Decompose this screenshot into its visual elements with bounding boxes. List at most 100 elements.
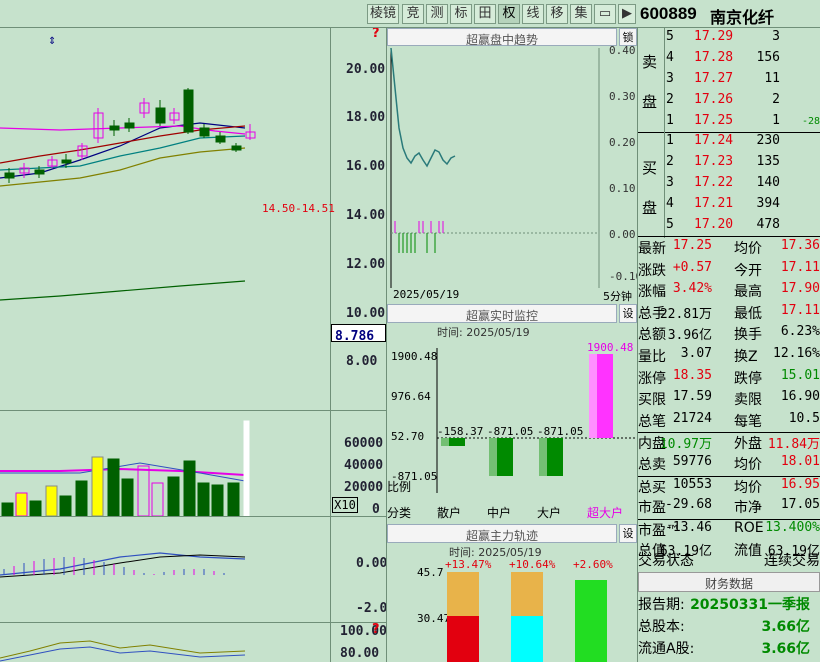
quote-row: 总卖 59776 均价 18.01 (638, 454, 820, 475)
trajectory-bar (575, 616, 607, 662)
trading-status: 交易状态 连续交易 (638, 553, 820, 569)
monitor-ratio-label: 比例 (387, 480, 412, 494)
buy-row-2[interactable]: 2 17.23 135 (666, 154, 820, 174)
quote-label: 每笔 (734, 413, 762, 430)
sell-level: 4 (666, 50, 674, 65)
quote-value: 17.05 (780, 497, 820, 513)
sell-row-4[interactable]: 4 17.28 156 (666, 50, 820, 70)
quote-value: 17.11 (780, 259, 820, 275)
quote-value: 17.25 (672, 238, 712, 253)
trend-title: 超赢盘中趋势 (465, 33, 538, 47)
trend-period[interactable]: 5分钟 (603, 288, 632, 304)
quote-value: 21724 (672, 410, 712, 426)
sell-volume: 2 (772, 92, 780, 107)
price-tick: 10.00 (346, 306, 386, 321)
trend-tick: -0.10 (609, 270, 637, 283)
svg-text:⇕: ⇕ (48, 36, 56, 47)
toolbar-button-1[interactable]: 竞 (402, 4, 424, 24)
kline-help-icon[interactable]: ? (372, 28, 380, 41)
quote-row: 总笔 21724 每笔 10.5 (638, 411, 820, 432)
buy-level: 4 (666, 196, 674, 211)
volume-bar (243, 420, 250, 516)
quote-label: 跌停 (734, 370, 762, 387)
buy-volume: 394 (756, 196, 780, 211)
monitor-settings-button[interactable]: 设 (619, 304, 637, 323)
quote-value: -13.46 (665, 519, 712, 535)
stock-code: 600889 (640, 4, 697, 23)
kdj-help-icon[interactable]: ? (372, 622, 380, 637)
sell-volume: 3 (772, 29, 780, 44)
trajectory-label: +2.60% (573, 558, 613, 571)
quote-label: 均价 (734, 241, 762, 257)
trajectory-settings-button[interactable]: 设 (619, 524, 637, 543)
quote-label: 卖限 (734, 392, 762, 409)
buy-row-3[interactable]: 3 17.22 140 (666, 175, 820, 195)
sell-volume: 1 (772, 113, 780, 128)
kline-chart[interactable]: ⇕ 20.00 18.00 16.00 14.00 12.00 10.00 8.00 14.… (0, 28, 386, 662)
sell-row-2[interactable]: 2 17.26 2 (666, 92, 820, 112)
trajectory-label: +10.64% (509, 558, 556, 571)
quote-label: 换Z (734, 349, 758, 365)
quote-value: 15.01 (780, 367, 820, 383)
toolbar-button-8[interactable]: 集 (570, 4, 592, 24)
quote-value: 13.400% (765, 519, 820, 535)
buy-row-5[interactable]: 5 17.20 478 (666, 217, 820, 237)
sell-price: 17.29 (694, 29, 734, 44)
finance-value: 3.66亿 (761, 619, 810, 635)
quote-row: 市盈 -29.68 市净 17.05 (638, 497, 820, 518)
buy-level: 5 (666, 217, 674, 232)
monitor-category: 中户 (487, 506, 512, 520)
quote-label: 买限 (638, 392, 666, 409)
macd-tick: 0.00 (356, 556, 386, 571)
toolbar-button-5[interactable]: 权 (498, 4, 520, 24)
monitor-tick: 976.64 (391, 390, 431, 403)
buy-level: 3 (666, 175, 674, 190)
orderbook: 卖盘 买盘 5 17.29 3 4 17.28 156 3 17.27 11 2 17.26 2 1 17… (638, 28, 820, 238)
quote-label: 总卖 (638, 457, 666, 473)
sell-level: 3 (666, 71, 674, 86)
buy-row-1[interactable]: 1 17.24 230 (666, 133, 820, 153)
buy-level: 2 (666, 154, 674, 169)
volume-bar (75, 480, 88, 516)
quote-row: 总手 22.81万 最低 17.11 (638, 303, 820, 324)
buy-price: 17.23 (694, 154, 734, 169)
sell-price: 17.27 (694, 71, 734, 86)
toolbar-button-3[interactable]: 标 (450, 4, 472, 24)
sell-row-1[interactable]: 1 17.25 1 -28 (666, 113, 820, 133)
finance-value: 3.66亿 (761, 641, 810, 657)
quote-row: 内盘 10.97万 外盘 11.84万 (638, 432, 820, 453)
volume-multiplier[interactable]: X10 (332, 497, 358, 513)
finance-header[interactable]: 财务数据 (638, 572, 820, 592)
toolbar-button-6[interactable]: 线 (522, 4, 544, 24)
toolbar-button-0[interactable]: 棱镜 (367, 4, 399, 24)
volume-tick: 20000 (344, 480, 384, 495)
sell-volume: 11 (764, 71, 780, 86)
quote-value: 10.97万 (659, 437, 712, 453)
trend-tick: 0.00 (609, 228, 636, 241)
quote-value: 10.5 (788, 410, 820, 426)
quote-row: 量比 3.07 换Z 12.16% (638, 346, 820, 367)
price-tick: 16.00 (346, 159, 386, 174)
buy-volume: 135 (756, 154, 780, 169)
sell-row-5[interactable]: 5 17.29 3 (666, 29, 820, 49)
toolbar-button-4[interactable]: 田 (474, 4, 496, 24)
sell-row-3[interactable]: 3 17.27 11 (666, 71, 820, 91)
trajectory-header: 超赢主力轨迹 (387, 524, 617, 543)
toolbar-button-10[interactable]: ▶ (618, 4, 636, 24)
toolbar-button-9[interactable]: ▭ (594, 4, 616, 24)
quote-value: 18.01 (780, 454, 820, 469)
quote-value: 17.90 (780, 281, 820, 297)
quote-label: 涨跌 (638, 262, 666, 279)
buy-row-4[interactable]: 4 17.21 394 (666, 196, 820, 216)
toolbar-button-2[interactable]: 测 (426, 4, 448, 24)
toolbar-button-7[interactable]: 移 (546, 4, 568, 24)
buy-label: 买盘 (642, 159, 658, 217)
quote-row: 买限 17.59 卖限 16.90 (638, 389, 820, 410)
candle-body (61, 159, 72, 164)
ma20-line (0, 135, 246, 171)
sell-level: 5 (666, 29, 674, 44)
candle-body (231, 145, 242, 151)
candle-body (109, 125, 120, 131)
monitor-category: 超大户 (587, 506, 624, 520)
sell-price: 17.26 (694, 92, 734, 107)
